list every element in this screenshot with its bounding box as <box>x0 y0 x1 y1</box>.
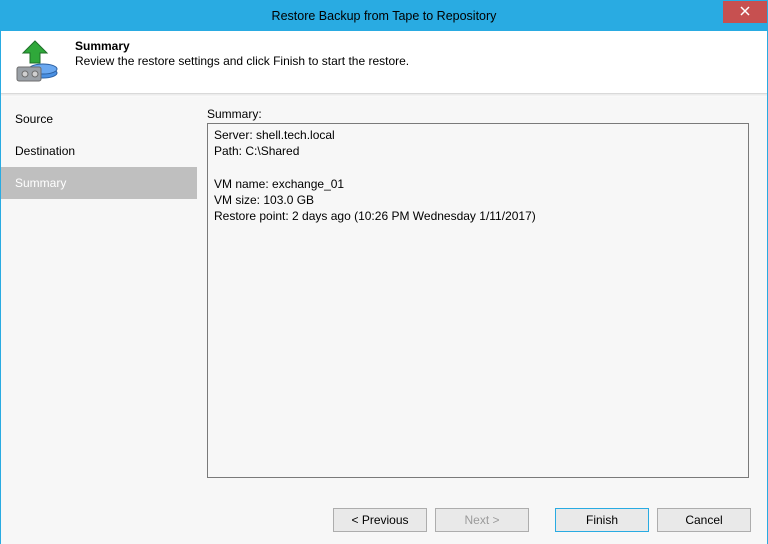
wizard-nav: Source Destination Summary <box>1 97 197 496</box>
previous-button[interactable]: < Previous <box>333 508 427 532</box>
window-frame: Restore Backup from Tape to Repository S… <box>0 0 768 544</box>
next-button[interactable]: Next > <box>435 508 529 532</box>
nav-item-source[interactable]: Source <box>1 103 197 135</box>
wizard-body: Source Destination Summary Summary: Serv… <box>1 97 767 496</box>
summary-textbox[interactable]: Server: shell.tech.local Path: C:\Shared… <box>207 123 749 478</box>
wizard-content: Summary: Server: shell.tech.local Path: … <box>197 97 767 496</box>
wizard-header: Summary Review the restore settings and … <box>1 31 767 93</box>
nav-item-destination[interactable]: Destination <box>1 135 197 167</box>
wizard-step-title: Summary <box>75 39 409 53</box>
cancel-button[interactable]: Cancel <box>657 508 751 532</box>
nav-item-summary[interactable]: Summary <box>1 167 197 199</box>
close-button[interactable] <box>723 1 767 23</box>
finish-button[interactable]: Finish <box>555 508 649 532</box>
summary-label: Summary: <box>207 107 749 121</box>
wizard-header-text: Summary Review the restore settings and … <box>75 37 409 68</box>
wizard-step-subtitle: Review the restore settings and click Fi… <box>75 54 409 68</box>
titlebar: Restore Backup from Tape to Repository <box>1 1 767 31</box>
tape-restore-icon <box>13 37 61 85</box>
window-title: Restore Backup from Tape to Repository <box>272 9 497 23</box>
wizard-footer: < Previous Next > Finish Cancel <box>1 496 767 544</box>
close-icon <box>740 5 750 19</box>
